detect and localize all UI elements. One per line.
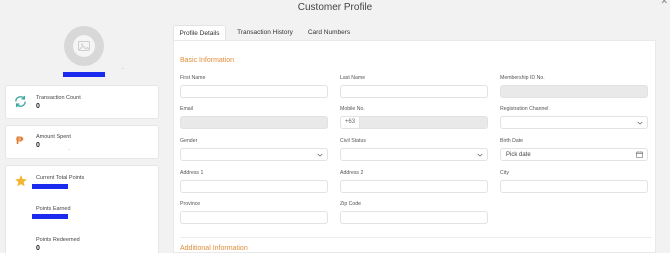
last-name-field[interactable] <box>340 85 488 98</box>
first-name-field[interactable] <box>180 85 328 98</box>
amount-spent-label: Amount Spent <box>36 134 71 140</box>
gender-select[interactable] <box>180 148 328 161</box>
points-earned-label: Points Earned <box>36 206 71 212</box>
chevron-down-icon <box>317 153 323 157</box>
address2-label: Address 2 <box>340 170 364 176</box>
section-divider <box>180 237 652 238</box>
zip-code-label: Zip Code <box>340 201 362 207</box>
address2-field[interactable] <box>340 180 488 193</box>
close-icon[interactable]: ✕ <box>660 0 668 7</box>
membership-id-field <box>500 85 648 98</box>
civil-status-label: Civil Status <box>340 138 366 144</box>
page-title: Customer Profile <box>297 2 373 13</box>
transaction-count-card: Transaction Count 0 <box>5 85 159 119</box>
customer-name-redacted <box>63 72 105 77</box>
address1-label: Address 1 <box>180 170 204 176</box>
transaction-count-label: Transaction Count <box>36 95 81 101</box>
profile-details-panel: Basic Information First Name Last Name M… <box>173 40 656 253</box>
peso-icon: ₱ <box>16 135 24 147</box>
profile-card: · <box>5 14 159 81</box>
last-name-label: Last Name <box>340 75 366 81</box>
membership-id-label: Membership ID No. <box>500 75 545 81</box>
birth-date-placeholder: Pick date <box>506 152 531 158</box>
email-field <box>180 116 328 129</box>
points-redeemed-label: Points Redeemed <box>36 237 80 243</box>
star-icon <box>15 175 27 187</box>
civil-status-select[interactable] <box>340 148 488 161</box>
current-points-redacted <box>32 184 68 189</box>
email-label: Email <box>180 106 193 112</box>
current-points-label: Current Total Points <box>36 175 85 181</box>
calendar-icon[interactable] <box>636 151 643 158</box>
mobile-prefix: +63 <box>344 119 356 125</box>
gender-label: Gender <box>180 138 198 144</box>
tab-card-numbers[interactable]: Card Numbers <box>304 25 354 40</box>
mobile-field: +63 <box>340 116 488 129</box>
birth-date-picker[interactable]: Pick date <box>500 148 648 161</box>
mobile-label: Mobile No. <box>340 106 365 112</box>
first-name-label: First Name <box>180 75 206 81</box>
city-label: City <box>500 170 509 176</box>
amount-spent-card: ₱ Amount Spent 0 · <box>5 125 159 159</box>
avatar <box>64 26 104 66</box>
tab-transaction-history[interactable]: Transaction History <box>233 25 297 40</box>
province-field[interactable] <box>180 211 328 224</box>
name-dot: · <box>122 66 124 72</box>
additional-information-title: Additional Information <box>180 245 248 252</box>
chevron-down-icon <box>477 153 483 157</box>
chevron-down-icon <box>637 121 643 125</box>
registration-channel-label: Registration Channel <box>500 106 549 112</box>
transaction-count-value: 0 <box>36 103 40 110</box>
points-card: Current Total Points Points Earned Point… <box>5 165 159 253</box>
city-field[interactable] <box>500 180 648 193</box>
birth-date-label: Birth Date <box>500 138 524 144</box>
points-redeemed-value: 0 <box>36 245 40 252</box>
basic-information-title: Basic Information <box>180 57 235 64</box>
address1-field[interactable] <box>180 180 328 193</box>
points-earned-redacted <box>32 214 68 219</box>
amount-spent-dot: · <box>68 147 70 153</box>
refresh-icon <box>15 95 26 108</box>
province-label: Province <box>180 201 201 207</box>
image-icon <box>78 41 90 51</box>
tab-profile-details[interactable]: Profile Details <box>173 25 226 40</box>
zip-code-field[interactable] <box>340 211 488 224</box>
registration-channel-select[interactable] <box>500 116 648 129</box>
amount-spent-value: 0 <box>36 142 40 149</box>
